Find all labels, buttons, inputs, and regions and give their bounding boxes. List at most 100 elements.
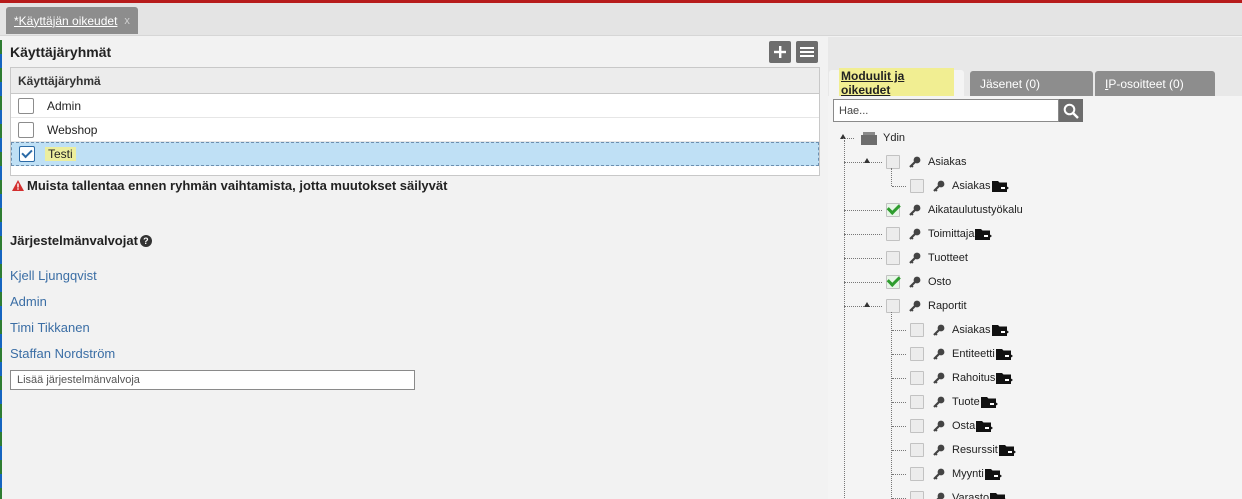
tree-connector [892, 186, 906, 187]
tree-connector [844, 162, 882, 163]
admin-link[interactable]: Staffan Nordström [10, 346, 115, 361]
tab-modules[interactable]: Moduulit ja oikeudet [829, 68, 964, 98]
tree-node-label: Osta [952, 420, 976, 432]
tree-connector [844, 258, 882, 259]
group-checkbox-checked[interactable] [19, 146, 35, 162]
admin-link[interactable]: Admin [10, 294, 47, 309]
group-row-testi[interactable]: Testi [11, 142, 819, 166]
tree-node-label: Asiakas [952, 324, 991, 336]
tree-node[interactable]: Aikataulutustyökalu [886, 198, 1023, 222]
tab-ip-addresses[interactable]: I P-osoitteet (0) [1095, 71, 1215, 96]
folder-icon [991, 324, 1009, 336]
key-icon [932, 395, 946, 409]
group-row-webshop[interactable]: Webshop [11, 118, 819, 142]
admin-link[interactable]: Timi Tikkanen [10, 320, 90, 335]
group-checkbox[interactable] [18, 121, 34, 138]
tree-checkbox[interactable] [886, 251, 900, 265]
add-admin-input[interactable] [10, 370, 415, 390]
tree-node[interactable]: Osta [910, 414, 994, 438]
tree-connector [844, 282, 882, 283]
admins-title: Järjestelmänvalvojat ? [10, 233, 152, 248]
tree-checkbox[interactable] [910, 179, 924, 193]
save-warning-text: Muista tallentaa ennen ryhmän vaihtamist… [27, 178, 448, 193]
tree-checkbox-checked[interactable] [886, 275, 900, 289]
tree-node[interactable]: Tuote [910, 390, 998, 414]
key-icon [932, 491, 946, 499]
tree-node[interactable]: Osto [886, 270, 951, 294]
tree-node[interactable]: Asiakas [910, 318, 1009, 342]
tree-checkbox[interactable] [910, 419, 924, 433]
tree-connector [844, 306, 882, 307]
key-icon [932, 179, 946, 193]
tree-node-label: Raportit [928, 300, 967, 312]
tree-node-label: Varasto [952, 492, 990, 499]
tree-checkbox[interactable] [910, 323, 924, 337]
tab-modules-label: Moduulit ja oikeudet [839, 68, 954, 98]
tree-node-label: Tuotteet [928, 252, 968, 264]
tree-root[interactable]: Ydin [860, 126, 905, 150]
tree-checkbox[interactable] [886, 299, 900, 313]
group-row-admin[interactable]: Admin [11, 94, 819, 118]
collapse-icon[interactable] [864, 158, 870, 163]
folder-icon [980, 396, 998, 408]
document-tab[interactable]: *Käyttäjän oikeudet x [6, 7, 138, 34]
tree-node[interactable]: Toimittaja [886, 222, 993, 246]
group-label: Testi [45, 147, 76, 161]
tree-connector [892, 474, 906, 475]
tree-checkbox[interactable] [910, 491, 924, 499]
tree-checkbox[interactable] [910, 371, 924, 385]
key-icon [908, 299, 922, 313]
tree-checkbox[interactable] [910, 467, 924, 481]
right-panel: Moduulit ja oikeudet Jäsenet (0) I P-osoi… [828, 37, 1242, 499]
tree-node-label: Toimittaja [928, 228, 975, 240]
tree-node-label: Asiakas [928, 156, 967, 168]
collapse-icon[interactable] [864, 302, 870, 307]
tree-checkbox[interactable] [910, 347, 924, 361]
tree-node[interactable]: Resurssit [910, 438, 1016, 462]
folder-icon [984, 468, 1002, 480]
help-icon[interactable]: ? [139, 234, 152, 247]
plus-icon [774, 46, 786, 58]
tree-checkbox-checked[interactable] [886, 203, 900, 217]
tree-checkbox[interactable] [910, 443, 924, 457]
key-icon [908, 275, 922, 289]
tree-node[interactable]: Raportit [886, 294, 967, 318]
group-label: Admin [47, 98, 82, 113]
tree-node[interactable]: Varasto [910, 486, 1007, 499]
close-tab-icon[interactable]: x [124, 15, 130, 27]
warning-icon [12, 180, 24, 191]
tree-node[interactable]: Rahoitus [910, 366, 1014, 390]
tree-node-label: Asiakas [952, 180, 991, 192]
tree-node[interactable]: Asiakas [910, 174, 1009, 198]
tree-root-label: Ydin [883, 132, 906, 144]
tab-members-label: Jäsenet (0) [980, 76, 1041, 91]
tree-node[interactable]: Myynti [910, 462, 1002, 486]
document-tab-title[interactable]: *Käyttäjän oikeudet [14, 14, 117, 28]
group-checkbox[interactable] [18, 97, 34, 114]
add-group-button[interactable] [769, 41, 791, 63]
tree-node-label: Tuote [952, 396, 980, 408]
key-icon [932, 371, 946, 385]
group-menu-button[interactable] [796, 41, 818, 63]
tree-checkbox[interactable] [886, 155, 900, 169]
tree-node[interactable]: Entiteetti [910, 342, 1013, 366]
key-icon [932, 323, 946, 337]
left-panel: Käyttäjäryhmät Käyttäjäryhmä Admin Websh… [0, 37, 828, 499]
folder-icon [995, 348, 1013, 360]
tree-connector [892, 402, 906, 403]
tree-checkbox[interactable] [886, 227, 900, 241]
admin-link[interactable]: Kjell Ljungqvist [10, 268, 97, 283]
group-label: Webshop [47, 122, 98, 137]
modules-panel: Ydin Asiakas Asiakas Aikataulutustyökalu To… [828, 96, 1242, 499]
key-icon [908, 203, 922, 217]
tree-node[interactable]: Tuotteet [886, 246, 968, 270]
menu-icon [800, 47, 814, 57]
tree-checkbox[interactable] [910, 395, 924, 409]
save-warning: Muista tallentaa ennen ryhmän vaihtamist… [12, 178, 447, 193]
groups-column-header: Käyttäjäryhmä [11, 68, 819, 94]
tab-members[interactable]: Jäsenet (0) [970, 71, 1093, 96]
tree-node-label: Myynti [952, 468, 984, 480]
folder-icon [990, 492, 1007, 499]
folder-icon [991, 180, 1009, 192]
tree-node[interactable]: Asiakas [886, 150, 967, 174]
